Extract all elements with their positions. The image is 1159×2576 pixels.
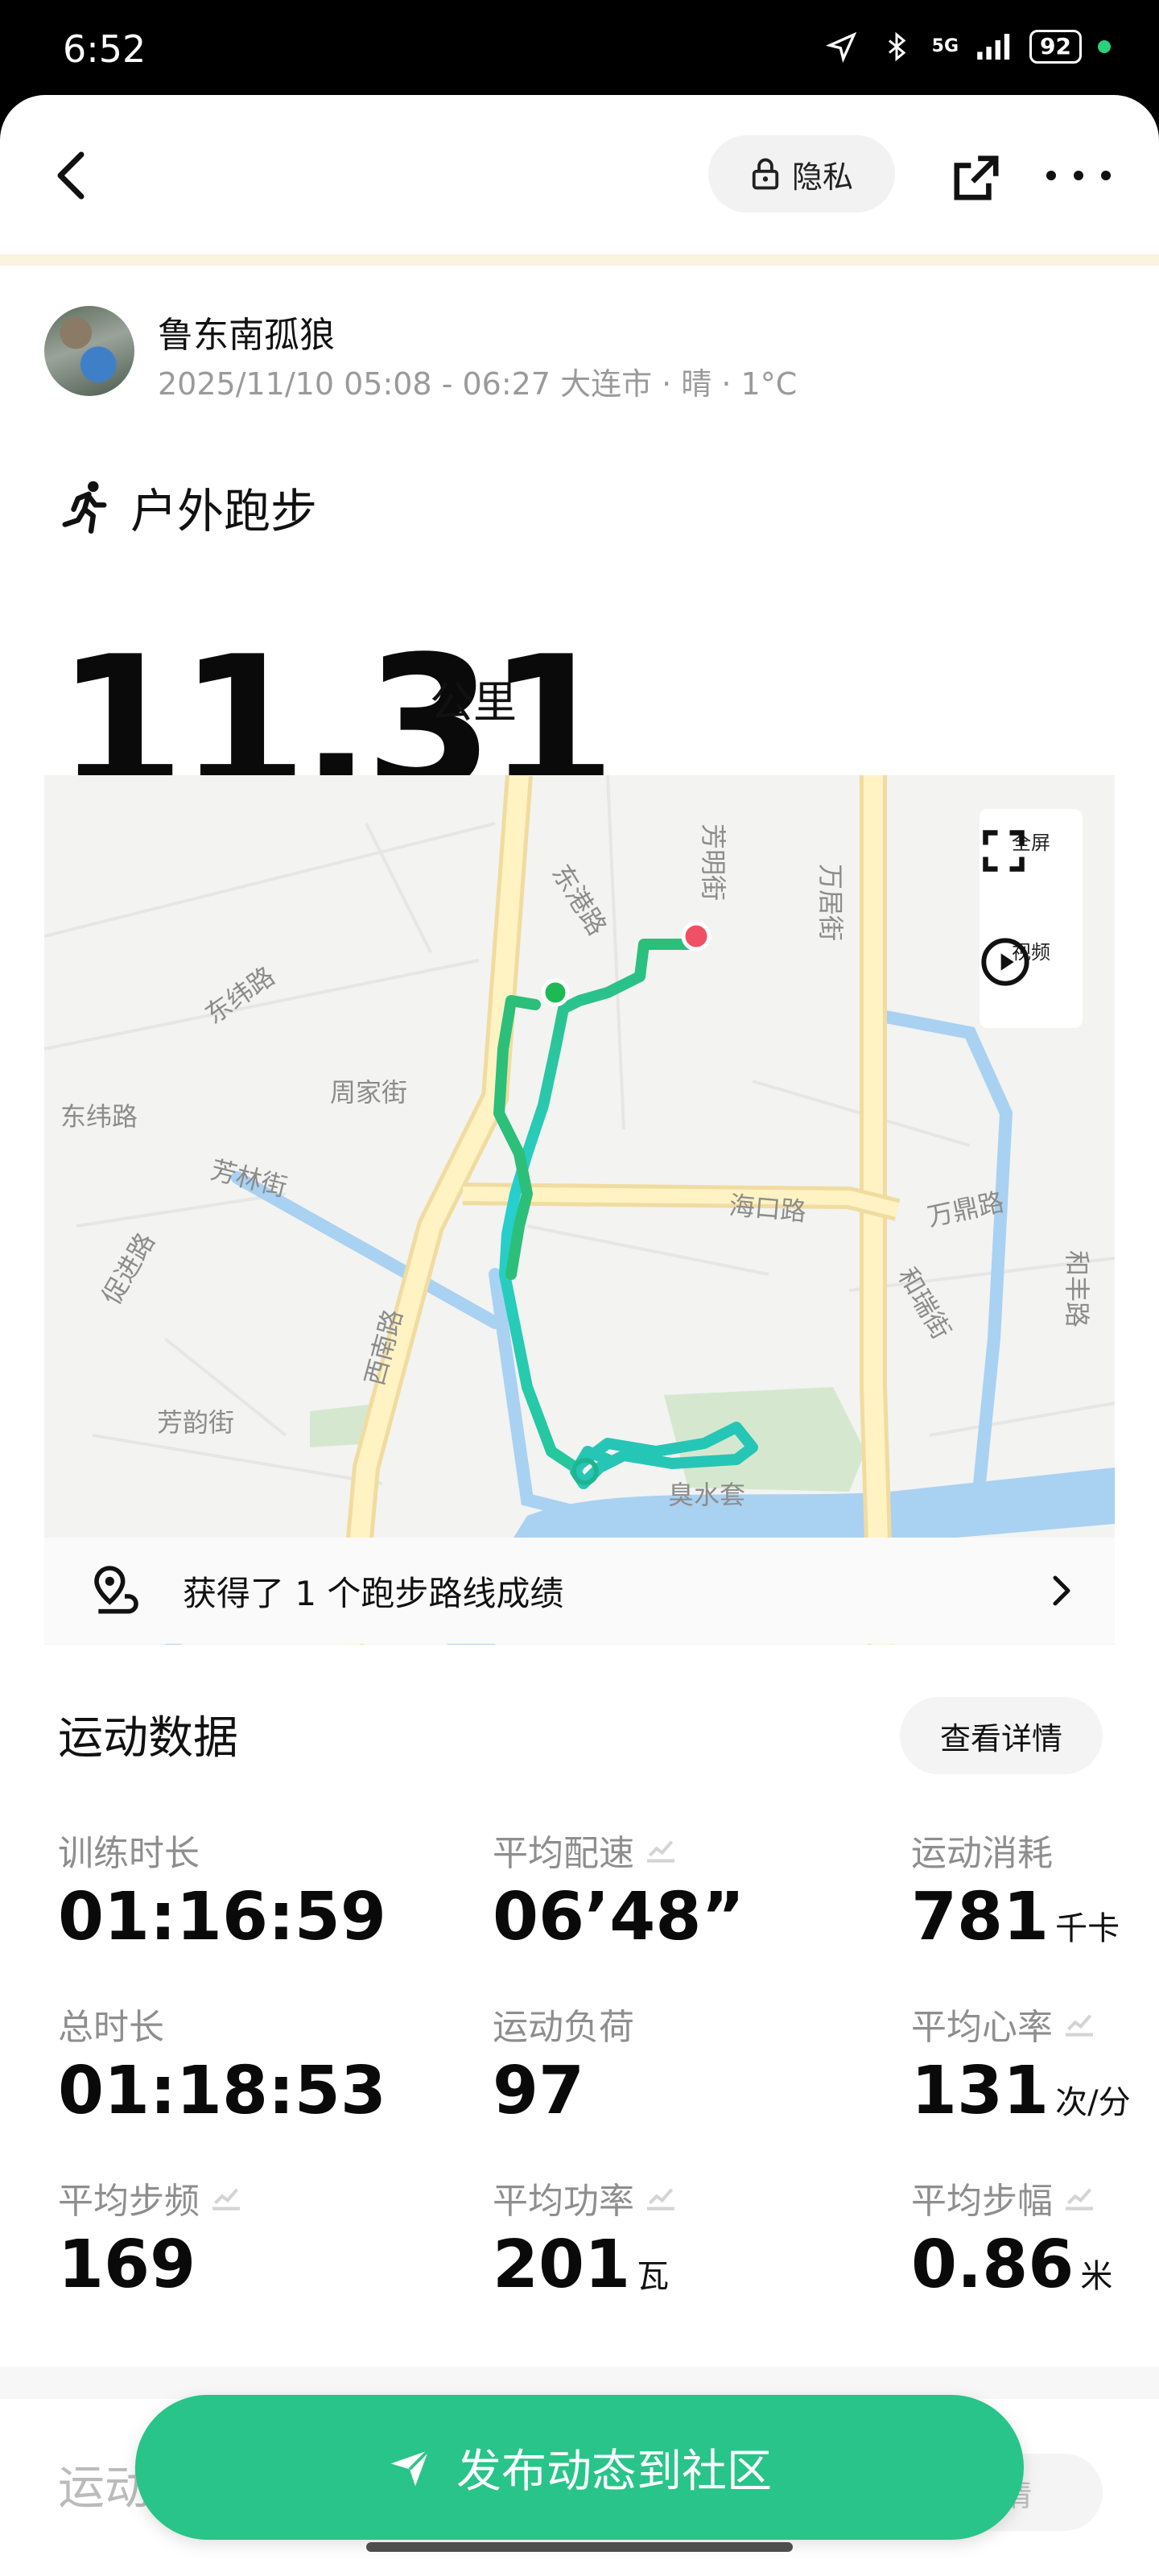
- stat-total-duration: 总时长 01:18:53: [58, 1998, 386, 2129]
- map-controls: 全屏 视频: [980, 809, 1083, 1028]
- privacy-label: 隐私: [791, 159, 853, 195]
- stat-value: 781: [911, 1879, 1050, 1955]
- stat-average-pace[interactable]: 平均配速 06’48”: [493, 1824, 744, 1955]
- battery-indicator: 92: [1029, 30, 1082, 64]
- stat-average-power[interactable]: 平均功率 201 瓦: [493, 2172, 678, 2303]
- publish-label: 发布动态到社区: [456, 2445, 772, 2498]
- stat-unit: 次/分: [1055, 2084, 1131, 2121]
- stat-unit: 瓦: [637, 2258, 670, 2295]
- stat-value: 131: [911, 2053, 1050, 2129]
- trend-chart-icon: [647, 2188, 674, 2211]
- chevron-left-icon: [57, 151, 85, 200]
- trend-chart-icon: [647, 1840, 674, 1863]
- distance-unit: 公里: [430, 677, 517, 728]
- more-button[interactable]: [1046, 159, 1111, 192]
- more-dot-icon: [1046, 171, 1056, 180]
- play-icon: [981, 938, 1029, 986]
- route-map[interactable]: 芳明街 万居街 东港路 东纬路 东纬路 周家街 芳林街 促进路 海口路 万鼎路 …: [44, 775, 1115, 1645]
- signal-icon: [975, 27, 1013, 66]
- stat-unit: 米: [1080, 2258, 1113, 2295]
- publish-to-community-button[interactable]: 发布动态到社区: [135, 2395, 1024, 2540]
- trend-chart-icon: [212, 2188, 240, 2211]
- stat-label: 平均步幅: [911, 2181, 1053, 2222]
- activity-sheet: 隐私 鲁东南孤狼 2025/11/10 05:08 - 06:27 大连市 · …: [0, 95, 1159, 2576]
- map-label: 东纬路: [200, 960, 280, 1030]
- status-time: 6:52: [63, 27, 146, 71]
- privacy-button[interactable]: 隐私: [708, 135, 895, 213]
- home-indicator[interactable]: [366, 2542, 793, 2552]
- map-label: 海口路: [728, 1190, 807, 1227]
- stat-training-duration: 训练时长 01:16:59: [58, 1824, 386, 1955]
- stat-label: 平均配速: [493, 1833, 634, 1874]
- chevron-right-icon: [1053, 1575, 1070, 1606]
- stat-value: 01:18:53: [58, 2053, 386, 2129]
- map-canvas: 芳明街 万居街 东港路 东纬路 东纬路 周家街 芳林街 促进路 海口路 万鼎路 …: [44, 775, 1115, 1645]
- top-bar: 隐私: [0, 95, 1159, 256]
- activity-meta: 2025/11/10 05:08 - 06:27 大连市 · 晴 · 1°C: [158, 366, 798, 402]
- more-dot-icon: [1074, 171, 1083, 180]
- route-achievement-row[interactable]: 获得了 1 个跑步路线成绩: [44, 1538, 1115, 1644]
- privacy-dot-icon: [1098, 40, 1111, 53]
- lock-icon: [752, 158, 779, 190]
- map-label: 万居街: [815, 864, 846, 941]
- map-label: 东纬路: [60, 1101, 138, 1132]
- running-icon: [62, 481, 107, 534]
- stat-training-load: 运动负荷 97: [493, 1998, 634, 2129]
- fullscreen-button[interactable]: 全屏: [980, 827, 1083, 872]
- trend-chart-icon: [1066, 2014, 1093, 2037]
- video-button[interactable]: 视频: [980, 936, 1083, 986]
- sport-type: 户外跑步: [130, 484, 318, 539]
- section-divider: [0, 2367, 1159, 2399]
- achievement-text: 获得了 1 个跑步路线成绩: [183, 1573, 564, 1613]
- stats-title: 运动数据: [58, 1712, 238, 1765]
- map-label: 东港路: [546, 859, 612, 941]
- map-label: 芳明街: [698, 824, 728, 901]
- network-label: 5G: [931, 36, 959, 56]
- bluetooth-icon: [877, 27, 916, 66]
- stat-label: 运动负荷: [493, 2007, 634, 2048]
- route-pin-icon: [94, 1566, 138, 1614]
- map-label: 芳韵街: [157, 1407, 234, 1438]
- stat-value: 01:16:59: [58, 1879, 386, 1955]
- map-label: 和瑞街: [892, 1262, 957, 1344]
- map-label: 芳林街: [208, 1154, 290, 1203]
- map-label: 和丰路: [1062, 1250, 1092, 1327]
- stat-label: 平均心率: [911, 2007, 1053, 2048]
- stat-label: 平均步频: [58, 2181, 200, 2222]
- stat-value: 201: [493, 2227, 631, 2303]
- fullscreen-icon: [983, 830, 1025, 872]
- status-bar: 6:52 5G 92: [0, 0, 1159, 97]
- map-label: 臭水套: [668, 1480, 745, 1510]
- more-dot-icon: [1101, 171, 1111, 180]
- back-button[interactable]: [44, 143, 101, 208]
- stat-label: 平均功率: [493, 2181, 634, 2222]
- stat-value: 06’48”: [493, 1879, 745, 1955]
- stat-average-heart-rate[interactable]: 平均心率 131 次/分: [911, 1998, 1131, 2129]
- sport-type-row: 户外跑步: [58, 473, 317, 541]
- view-details-button[interactable]: 查看详情: [900, 1697, 1103, 1774]
- stat-value: 0.86: [911, 2227, 1074, 2303]
- stat-calories: 运动消耗 781 千卡: [911, 1824, 1120, 1955]
- stat-value: 97: [493, 2053, 585, 2129]
- header-divider: [0, 254, 1159, 266]
- avatar[interactable]: [44, 306, 134, 396]
- trend-chart-icon: [1066, 2188, 1093, 2211]
- share-button[interactable]: [950, 151, 1003, 204]
- map-label: 周家街: [330, 1077, 407, 1108]
- stat-label: 训练时长: [58, 1833, 200, 1874]
- share-icon: [954, 155, 999, 200]
- stat-value: 169: [58, 2227, 196, 2303]
- stat-average-cadence[interactable]: 平均步频 169: [58, 2172, 243, 2303]
- stat-unit: 千卡: [1055, 1910, 1120, 1947]
- user-name[interactable]: 鲁东南孤狼: [158, 306, 335, 357]
- stat-label: 总时长: [58, 2007, 164, 2048]
- send-icon: [390, 2449, 430, 2487]
- map-label: 促进路: [96, 1228, 161, 1310]
- stat-label: 运动消耗: [911, 1833, 1053, 1874]
- location-icon: [823, 27, 861, 66]
- stat-average-stride[interactable]: 平均步幅 0.86 米: [911, 2172, 1112, 2303]
